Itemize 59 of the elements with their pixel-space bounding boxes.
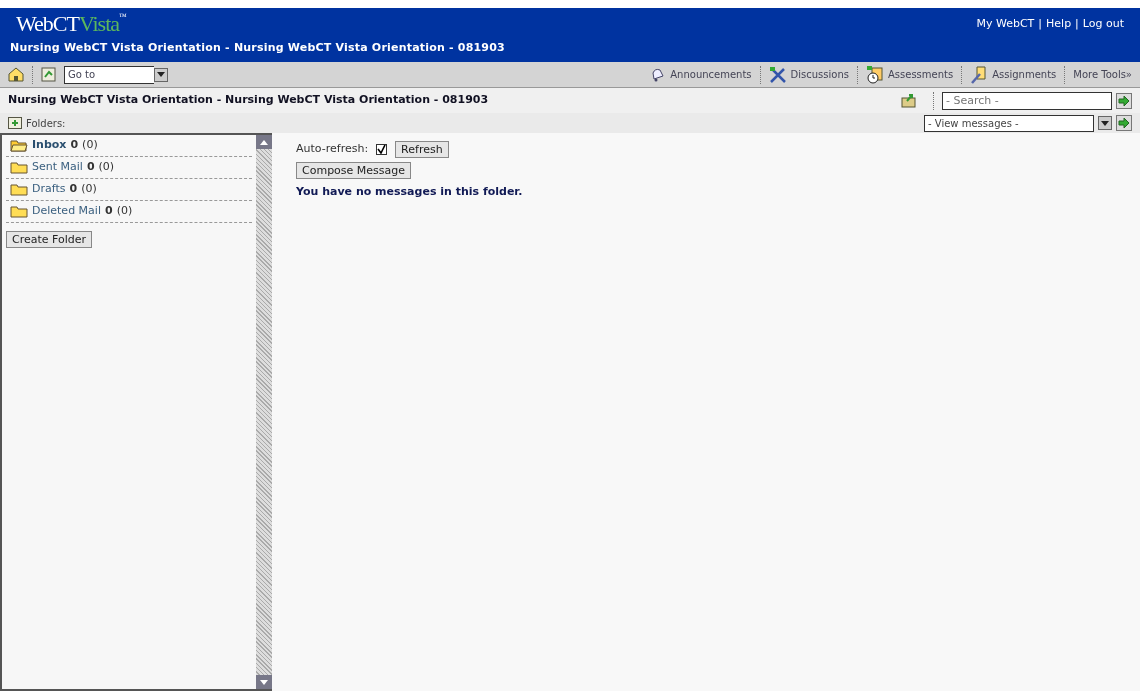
total-count: (0) — [81, 181, 97, 198]
down-arrow-icon — [260, 679, 268, 685]
tool-link[interactable]: Assessments — [887, 67, 954, 82]
bell-icon — [650, 66, 667, 83]
header-link[interactable]: Help — [1046, 15, 1072, 33]
compose-message-button[interactable]: Compose Message — [296, 162, 412, 179]
tool-link[interactable]: Announcements — [670, 67, 752, 82]
scroll-down-button[interactable] — [256, 675, 272, 689]
page-title: Nursing WebCT Vista Orientation - Nursing WebCT Vista Orientation - 081903 — [8, 92, 489, 109]
folder-link[interactable]: Drafts — [32, 181, 66, 198]
search-field[interactable]: - Search - — [942, 91, 1112, 110]
tool-link[interactable]: Assignments — [992, 67, 1057, 82]
scroll-up-button[interactable] — [256, 135, 272, 149]
folder-icon — [10, 183, 28, 196]
folder-link[interactable]: Deleted Mail — [32, 203, 101, 220]
home-icon[interactable] — [8, 67, 24, 82]
dropdown-button[interactable] — [1098, 116, 1112, 130]
refresh-button[interactable]: Refresh — [395, 141, 449, 158]
tools-icon — [768, 66, 787, 83]
auto-refresh-label: Auto-refresh: — [296, 141, 369, 158]
folder-link[interactable]: Inbox — [32, 137, 67, 154]
course-title: Nursing WebCT Vista Orientation - Nursing WebCT Vista Orientation - 081903 — [10, 40, 506, 56]
tool-link[interactable]: Discussions — [790, 67, 849, 82]
search-go-button[interactable] — [1116, 92, 1132, 109]
goto-select[interactable]: Go to — [64, 65, 154, 84]
unread-count: 0 — [86, 159, 95, 176]
folder-icon — [10, 205, 28, 218]
folder-icon — [10, 161, 28, 174]
expand-icon[interactable] — [8, 117, 22, 129]
unread-count: 0 — [104, 203, 113, 220]
unread-count: 0 — [69, 181, 78, 198]
document-pen-icon — [970, 65, 989, 84]
unread-count: 0 — [70, 137, 79, 154]
caret-icon — [1101, 120, 1109, 126]
view-messages-select[interactable]: - View messages - — [924, 114, 1094, 132]
clock-icon — [865, 65, 884, 84]
total-count: (0) — [116, 203, 133, 220]
view-go-button[interactable] — [1116, 115, 1132, 131]
create-folder-button[interactable]: Create Folder — [6, 231, 93, 248]
go-arrow-icon — [1118, 118, 1130, 128]
empty-folder-message: You have no messages in this folder. — [296, 183, 524, 200]
logo: WebCTVista™ — [16, 13, 127, 35]
header-link[interactable]: My WebCT — [976, 15, 1035, 33]
separator: | — [1075, 15, 1079, 32]
separator: | — [1038, 15, 1043, 32]
scrollbar[interactable] — [256, 135, 272, 689]
dropdown-button[interactable] — [154, 67, 168, 82]
more-tools-link[interactable]: More Tools» — [1073, 67, 1132, 82]
open-folder-icon — [10, 139, 28, 152]
folder-link[interactable]: Sent Mail — [32, 159, 83, 176]
up-arrow-icon — [260, 139, 268, 145]
folders-label: Folders: — [26, 116, 66, 131]
export-icon[interactable] — [901, 93, 917, 108]
caret-icon — [157, 72, 165, 77]
total-count: (0) — [98, 159, 115, 176]
auto-refresh-checkbox[interactable] — [376, 144, 388, 155]
total-count: (0) — [82, 137, 98, 154]
header-link[interactable]: Log out — [1082, 15, 1124, 33]
go-arrow-icon — [1118, 95, 1130, 106]
